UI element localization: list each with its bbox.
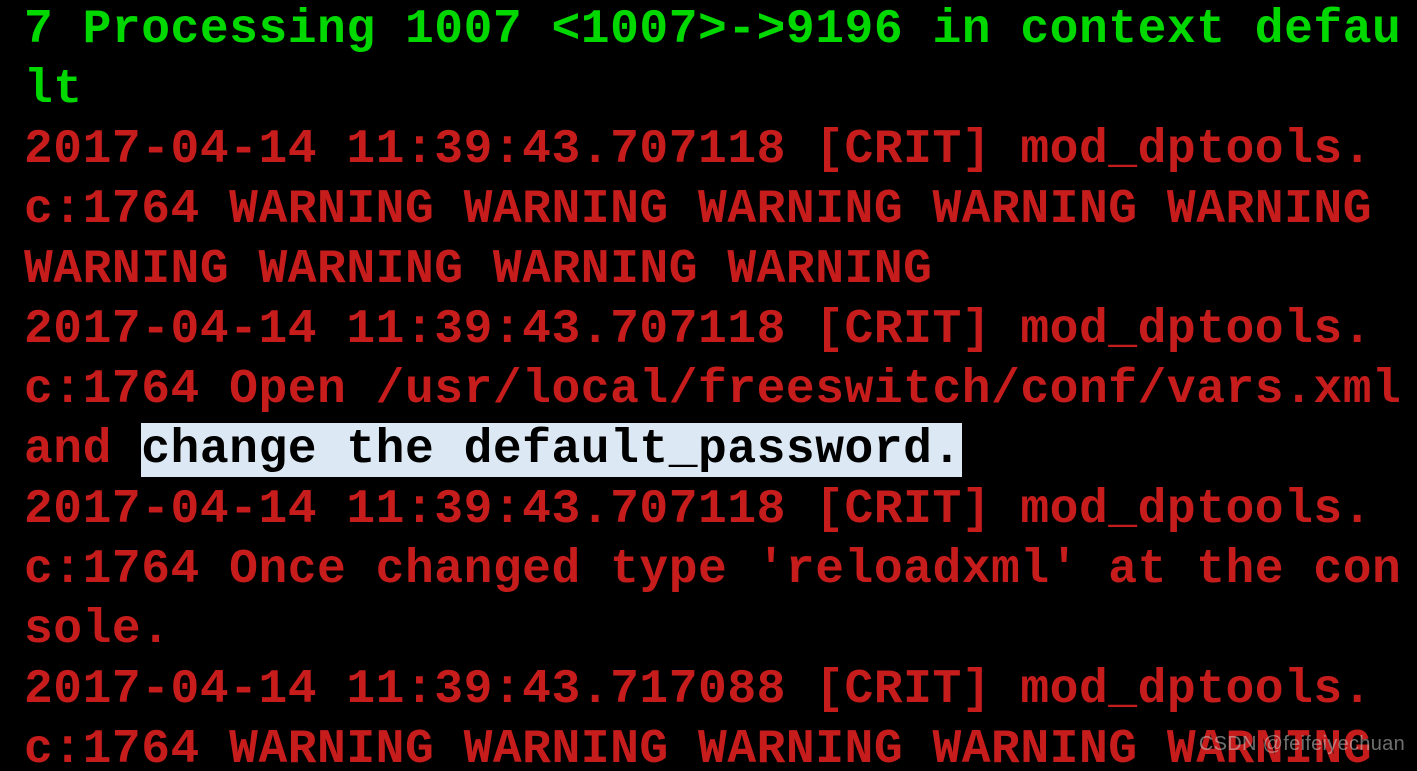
log-line-crit-reload: 2017-04-14 11:39:43.707118 [CRIT] mod_dp… [24,483,1401,657]
log-line-crit-warning-2: 2017-04-14 11:39:43.717088 [CRIT] mod_dp… [24,663,1401,771]
selected-text[interactable]: change the default_password. [141,423,962,477]
terminal-output[interactable]: 7 Processing 1007 <1007>->9196 in contex… [0,0,1417,771]
log-line-crit-warning: 2017-04-14 11:39:43.707118 [CRIT] mod_dp… [24,123,1401,297]
log-line-info: 7 Processing 1007 <1007>->9196 in contex… [24,3,1401,117]
watermark-text: CSDN @feifeiyechuan [1199,732,1405,757]
